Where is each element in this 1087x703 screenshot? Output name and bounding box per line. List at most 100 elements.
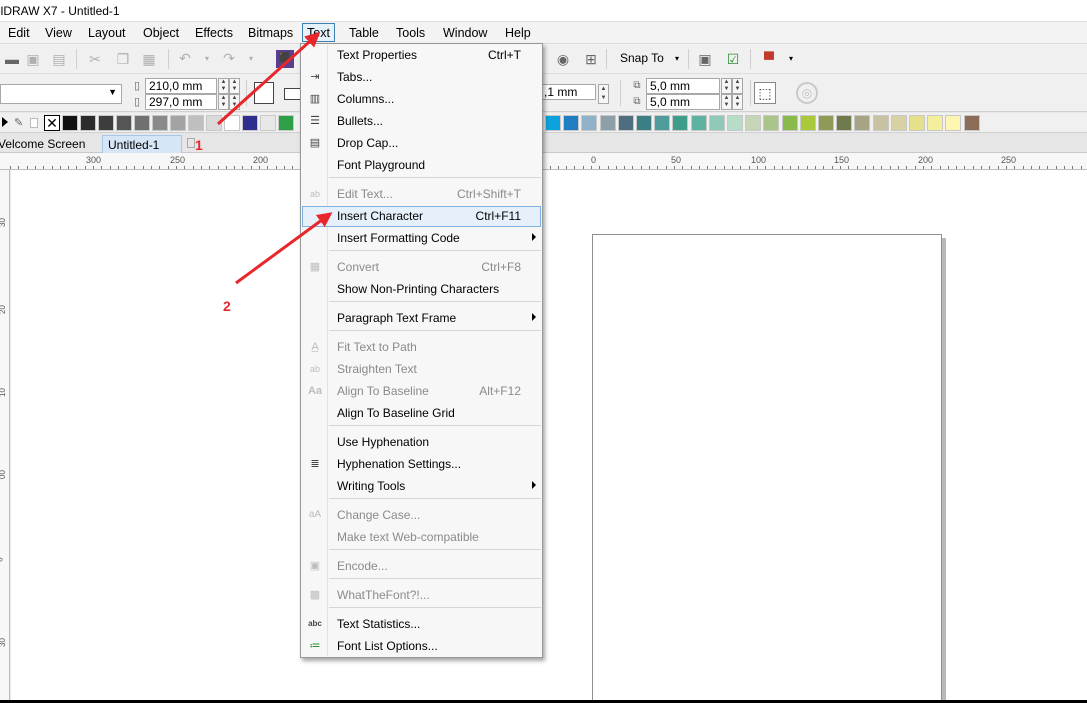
chevron-down-icon[interactable]: ▾ [668, 50, 686, 68]
duplicate-x-spinner[interactable]: ▲ ▼ [721, 78, 732, 94]
palette-swatch[interactable] [188, 115, 204, 131]
menu-table[interactable]: Table [345, 25, 383, 42]
menu-item-convert[interactable]: ▦ Convert Ctrl+F8 [302, 257, 541, 278]
palette-swatch[interactable] [872, 115, 889, 131]
page-width-spinner[interactable]: ▲ ▼ [229, 78, 240, 94]
palette-swatch[interactable] [170, 115, 186, 131]
show-grid-icon[interactable]: ⊞ [582, 50, 600, 68]
menu-edit[interactable]: Edit [4, 25, 34, 42]
palette-swatch[interactable] [909, 115, 925, 131]
menu-item-bullets[interactable]: ☰ Bullets... [302, 111, 541, 132]
palette-swatch[interactable] [854, 115, 871, 131]
palette-swatch[interactable] [617, 115, 634, 131]
page-height-spinner[interactable]: ▲ ▼ [229, 94, 240, 110]
menu-effects[interactable]: Effects [191, 25, 237, 42]
menu-tools[interactable]: Tools [392, 25, 429, 42]
menu-item-insert-formatting-code[interactable]: Insert Formatting Code [302, 228, 541, 249]
menu-item-fit-text-to-path[interactable]: A̲ Fit Text to Path [302, 337, 541, 358]
duplicate-distance-y[interactable]: 5,0 mm [646, 94, 720, 110]
palette-swatch[interactable] [636, 115, 652, 131]
eyedropper-icon[interactable]: ✎ [14, 116, 23, 129]
menu-view[interactable]: View [41, 25, 76, 42]
menu-item-font-playground[interactable]: Font Playground [302, 155, 541, 176]
palette-swatch[interactable] [206, 115, 222, 131]
menu-item-align-to-baseline[interactable]: Aa Align To Baseline Alt+F12 [302, 381, 541, 402]
palette-swatch[interactable] [763, 115, 780, 131]
palette-swatch[interactable] [927, 115, 944, 131]
cut-icon[interactable]: ✂ [86, 50, 104, 68]
undo-icon[interactable]: ↶ [176, 49, 194, 67]
palette-swatch[interactable] [98, 115, 114, 131]
duplicate-y-spinner[interactable]: ▲ ▼ [732, 94, 743, 110]
duplicate-x-spinner[interactable]: ▲ ▼ [732, 78, 743, 94]
duplicate-y-spinner[interactable]: ▲ ▼ [721, 94, 732, 110]
page-height-spinner[interactable]: ▲ ▼ [218, 94, 229, 110]
menu-item-show-non-printing-characters[interactable]: Show Non-Printing Characters [302, 279, 541, 300]
menu-item-tabs[interactable]: ⇥ Tabs... [302, 67, 541, 88]
palette-swatch[interactable] [890, 115, 907, 131]
palette-swatch[interactable] [781, 115, 798, 131]
menu-object[interactable]: Object [139, 25, 183, 42]
palette-swatch[interactable] [690, 115, 707, 131]
print-icon[interactable]: ▤ [50, 50, 68, 68]
menu-item-make-text-web-compatible[interactable]: Make text Web-compatible [302, 527, 541, 548]
page-width-spinner[interactable]: ▲ ▼ [218, 78, 229, 94]
palette-swatch[interactable] [581, 115, 598, 131]
duplicate-distance-x[interactable]: 5,0 mm [646, 78, 720, 94]
page-width-field[interactable]: 210,0 mm [145, 78, 217, 94]
palette-swatch[interactable] [134, 115, 150, 131]
document-page[interactable] [592, 234, 942, 703]
palette-swatch[interactable] [563, 115, 580, 131]
no-fill-swatch[interactable]: ✕ [44, 115, 60, 131]
palette-swatch[interactable] [152, 115, 168, 131]
palette-scroll-left-icon[interactable] [2, 117, 8, 127]
palette-swatch[interactable] [260, 115, 276, 131]
portrait-icon[interactable] [254, 82, 274, 104]
units-icon[interactable]: ◎ [796, 82, 818, 104]
menu-item-text-properties[interactable]: Text Properties Ctrl+T [302, 45, 541, 66]
menu-item-align-to-baseline-grid[interactable]: Align To Baseline Grid [302, 403, 541, 424]
palette-swatch[interactable] [278, 115, 294, 131]
menu-layout[interactable]: Layout [84, 25, 130, 42]
menu-item-encode[interactable]: ▣ Encode... [302, 556, 541, 577]
palette-swatch[interactable] [62, 115, 78, 131]
menu-item-use-hyphenation[interactable]: Use Hyphenation [302, 432, 541, 453]
palette-swatch[interactable] [745, 115, 762, 131]
chevron-down-icon[interactable]: ▾ [198, 50, 216, 68]
palette-swatch[interactable] [708, 115, 725, 131]
redo-icon[interactable]: ↷ [220, 49, 238, 67]
options-icon[interactable]: ▣ [696, 50, 714, 68]
palette-swatch[interactable] [963, 115, 980, 131]
palette-swatch[interactable] [599, 115, 616, 131]
nudge-spinner[interactable]: ▲ ▼ [598, 84, 609, 104]
menu-item-straighten-text[interactable]: ab Straighten Text [302, 359, 541, 380]
menu-item-text-statistics[interactable]: abc Text Statistics... [302, 614, 541, 635]
tab-welcome-screen[interactable]: Velcome Screen [0, 135, 91, 153]
menu-help[interactable]: Help [501, 25, 535, 42]
page-frame-icon[interactable]: ⬚ [754, 82, 776, 104]
snap-to-dropdown[interactable]: Snap To [620, 51, 664, 65]
palette-swatch[interactable] [945, 115, 962, 131]
palette-swatch[interactable] [727, 115, 743, 131]
menu-item-insert-character[interactable]: Insert Character Ctrl+F11 [302, 206, 541, 227]
paste-icon[interactable]: ▦ [140, 50, 158, 68]
menu-bitmaps[interactable]: Bitmaps [244, 25, 297, 42]
menu-item-hyphenation-settings[interactable]: ≣ Hyphenation Settings... [302, 454, 541, 475]
checklist-icon[interactable]: ☑ [724, 50, 742, 68]
chevron-down-icon[interactable]: ▾ [242, 50, 260, 68]
palette-swatch[interactable] [242, 115, 258, 131]
menu-item-writing-tools[interactable]: Writing Tools [302, 476, 541, 497]
import-icon[interactable]: ⬛ [276, 50, 294, 68]
palette-swatch[interactable] [836, 115, 853, 131]
launch-icon[interactable]: ▀ [760, 50, 778, 68]
palette-swatch[interactable] [799, 115, 816, 131]
palette-swatch[interactable] [654, 115, 671, 131]
no-outline-swatch[interactable] [30, 118, 38, 128]
copy-icon[interactable]: ❐ [114, 50, 132, 68]
palette-swatch[interactable] [224, 115, 240, 131]
palette-swatch[interactable] [116, 115, 132, 131]
tab-untitled-1[interactable]: Untitled-1 [102, 135, 182, 153]
save-icon[interactable]: ▣ [24, 50, 42, 68]
menu-text[interactable]: Text [302, 23, 335, 42]
menu-item-font-list-options[interactable]: ≔ Font List Options... [302, 636, 541, 657]
